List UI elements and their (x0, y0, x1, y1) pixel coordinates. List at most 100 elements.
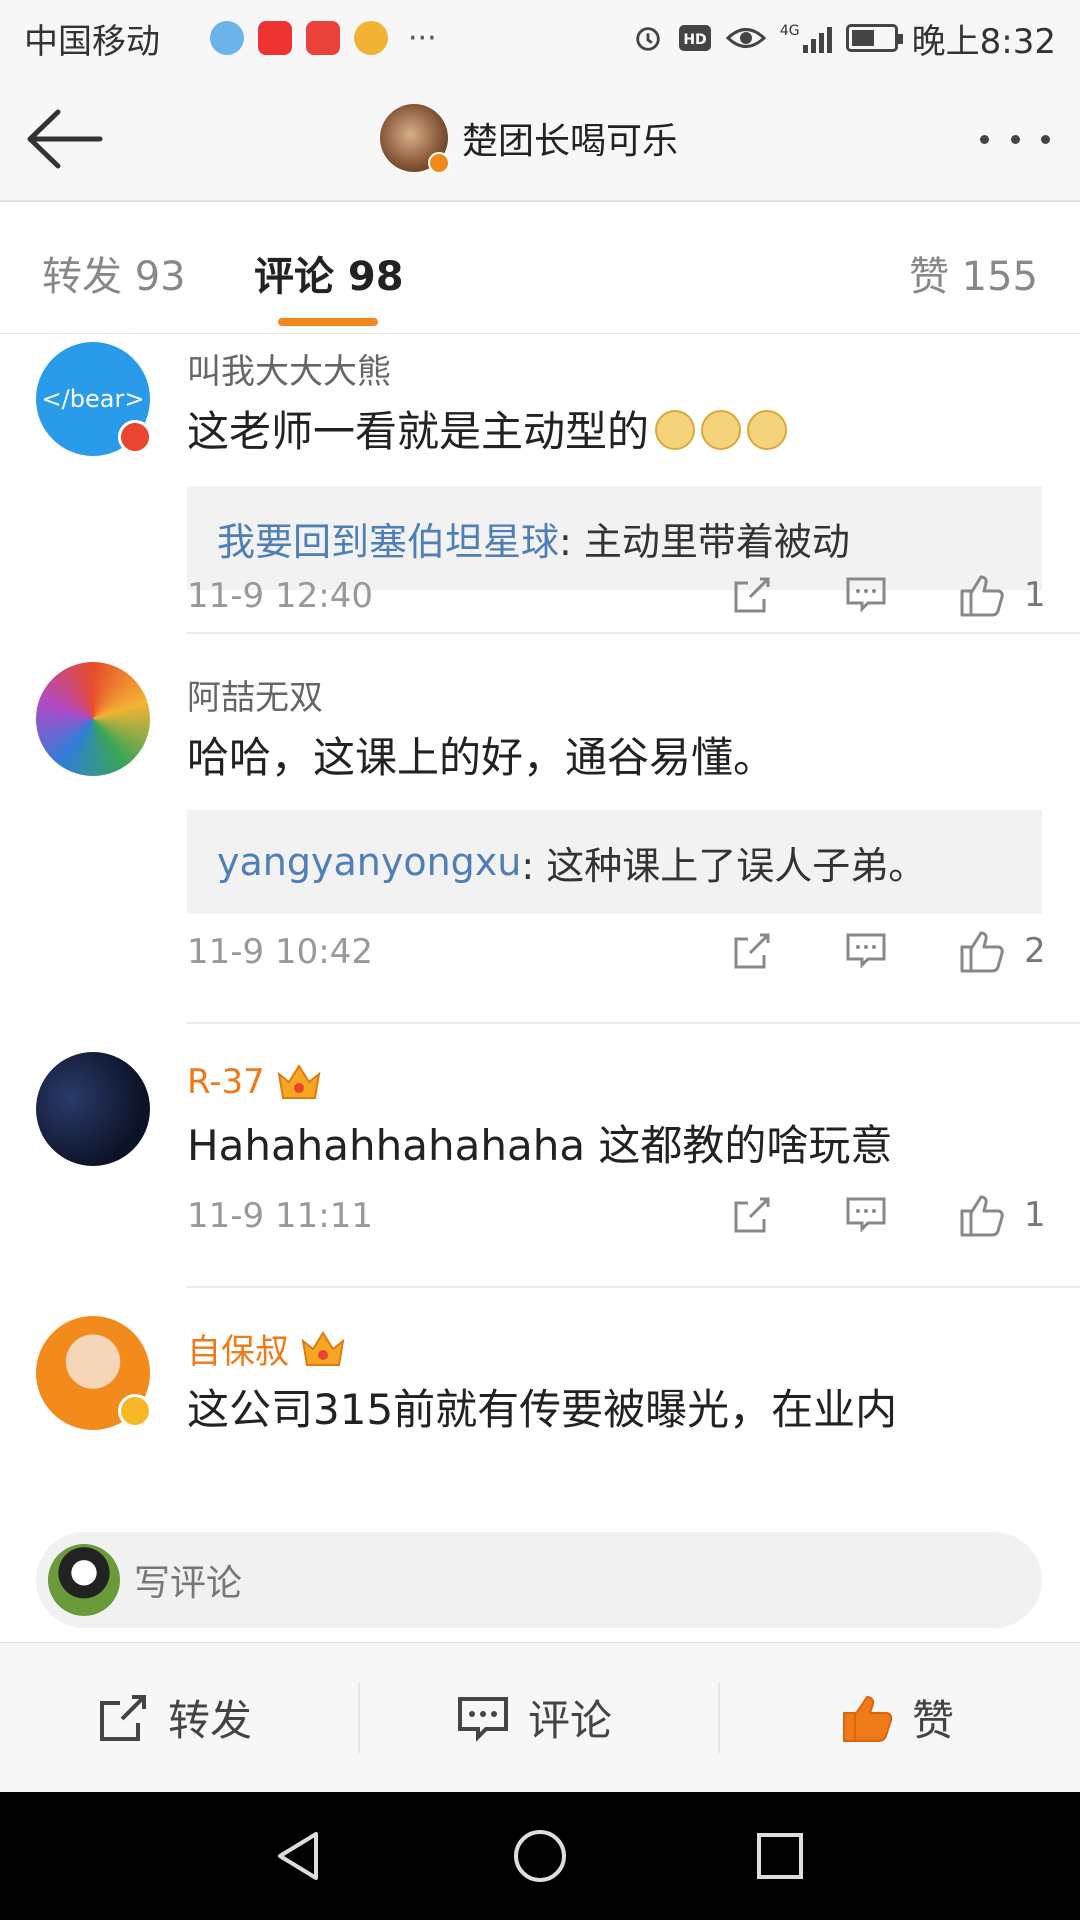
vip-crown-icon (301, 1330, 345, 1366)
securities-icon (306, 21, 340, 55)
comment-label: 评论 (528, 1696, 613, 1745)
like-button[interactable]: 1 (958, 1190, 1046, 1240)
comment-actions: 2 (730, 926, 1050, 976)
reply-text: : 这种课上了误人子弟。 (521, 843, 927, 888)
comment-item: 阿喆无双 哈哈，这课上的好，通谷易懂。 yangyanyongxu: 这种课上了… (0, 634, 1080, 1024)
avatar-image (36, 662, 150, 776)
comment-text-body: 这老师一看就是主动型的 (187, 407, 650, 456)
avatar[interactable]: </bear> (36, 342, 152, 456)
like-label: 赞 (912, 1696, 955, 1745)
doge-emoji-icon (655, 410, 696, 450)
tab-repost[interactable]: 转发 93 (42, 244, 186, 302)
active-tab-indicator (278, 318, 378, 326)
hd-icon: HD (678, 25, 711, 51)
sina-icon (258, 21, 292, 55)
vip-crown-icon (277, 1064, 321, 1099)
carrier-label: 中国移动 (24, 21, 160, 62)
comment-time: 11-9 10:42 (187, 932, 373, 972)
comment-text: 哈哈，这课上的好，通谷易懂。 (187, 733, 776, 782)
comment-time: 11-9 11:11 (187, 1196, 373, 1236)
bottom-action-bar: 转发 评论 赞 (0, 1642, 1080, 1792)
divider (718, 1683, 720, 1753)
comment-username[interactable]: 自保叔 (187, 1324, 347, 1373)
back-triangle-icon[interactable] (270, 1826, 330, 1886)
like-button[interactable]: 2 (958, 926, 1046, 976)
write-comment-input[interactable]: 写评论 (36, 1532, 1042, 1628)
username-label: 自保叔 (187, 1332, 289, 1372)
comment-item: </bear> 叫我大大大熊 这老师一看就是主动型的 我要回到塞伯坦星球: 主动… (0, 334, 1080, 634)
alarm-icon (636, 27, 660, 51)
thumbs-up-icon (960, 575, 1004, 617)
more-notifications-icon: ··· (408, 20, 437, 56)
like-count: 2 (1024, 931, 1046, 971)
home-circle-icon[interactable] (510, 1826, 570, 1886)
top-nav: 楚团长喝可乐 (0, 76, 1080, 202)
comment-list[interactable]: </bear> 叫我大大大熊 这老师一看就是主动型的 我要回到塞伯坦星球: 主动… (0, 334, 1080, 1524)
comment-actions: 1 (730, 1190, 1050, 1240)
forward-icon[interactable] (730, 1190, 774, 1240)
battery-icon (845, 24, 903, 52)
like-count: 1 (1024, 1195, 1046, 1235)
comment-text: 这公司315前就有传要被曝光，在业内 (187, 1385, 898, 1434)
avatar[interactable] (36, 1052, 150, 1166)
comment-icon[interactable] (844, 570, 888, 620)
repost-button[interactable]: 转发 (96, 1687, 252, 1748)
my-avatar (48, 1544, 120, 1616)
forward-icon[interactable] (730, 570, 774, 620)
doge-emoji-icon (701, 410, 742, 450)
signal-icon: 4G (780, 23, 832, 53)
network-type-label: 4G (779, 23, 800, 39)
doge-emoji-icon (747, 410, 788, 450)
username-label: R-37 (187, 1062, 265, 1102)
like-button[interactable]: 赞 (840, 1687, 954, 1748)
qq-browser-icon (210, 21, 244, 55)
like-button[interactable]: 1 (958, 570, 1046, 620)
reply-text: : 主动里带着被动 (559, 519, 850, 564)
repost-icon (100, 1694, 146, 1741)
weibo-icon (354, 21, 388, 55)
write-comment-area: 写评论 (0, 1524, 1080, 1642)
forward-icon[interactable] (730, 926, 774, 976)
reply-username[interactable]: yangyanyongxu (217, 840, 521, 884)
page-title: 楚团长喝可乐 (462, 121, 679, 162)
verified-badge-icon (428, 152, 450, 174)
comment-item: R-37 Hahahahhahahaha 这都教的啥玩意 11-9 11:11 … (0, 1024, 1080, 1288)
avatar-image (36, 1052, 150, 1166)
member-badge-icon (118, 420, 152, 454)
author-avatar[interactable] (380, 104, 450, 174)
comment-actions: 1 (730, 570, 1050, 620)
like-count: 1 (1024, 575, 1046, 615)
comment-item: 自保叔 这公司315前就有传要被曝光，在业内 (0, 1288, 1080, 1524)
reply-preview[interactable]: yangyanyongxu: 这种课上了误人子弟。 (187, 810, 1042, 914)
tab-bar: 转发 93 评论 98 赞 155 (0, 202, 1080, 334)
comment-username[interactable]: 阿喆无双 (187, 670, 323, 719)
avatar[interactable] (36, 662, 150, 776)
reply-username[interactable]: 我要回到塞伯坦星球 (217, 511, 559, 566)
comment-icon (458, 1696, 508, 1742)
thumbs-up-icon (960, 1195, 1004, 1237)
back-arrow-icon[interactable] (24, 104, 104, 174)
status-bar: 中国移动 ··· HD 4G 晚上8:32 (0, 0, 1080, 76)
repost-label: 转发 (168, 1696, 253, 1745)
comment-time: 11-9 12:40 (187, 576, 373, 616)
verified-badge-icon (118, 1394, 152, 1428)
tab-like[interactable]: 赞 155 (909, 244, 1038, 302)
comment-text: 这老师一看就是主动型的 (187, 398, 788, 459)
more-options-icon[interactable] (980, 124, 1050, 154)
divider (358, 1683, 360, 1753)
eye-icon (725, 28, 766, 48)
author-header[interactable]: 楚团长喝可乐 (380, 104, 679, 174)
comment-button[interactable]: 评论 (456, 1687, 612, 1748)
comment-icon[interactable] (844, 1190, 888, 1240)
comment-icon[interactable] (844, 926, 888, 976)
comment-username[interactable]: 叫我大大大熊 (187, 344, 391, 393)
recents-square-icon[interactable] (750, 1826, 810, 1886)
clock-label: 晚上8:32 (911, 21, 1056, 62)
write-comment-placeholder: 写评论 (134, 1563, 243, 1604)
avatar[interactable] (36, 1316, 152, 1430)
comment-text: Hahahahhahahaha 这都教的啥玩意 (187, 1121, 893, 1170)
thumbs-up-icon (843, 1695, 893, 1742)
comment-username[interactable]: R-37 (187, 1060, 323, 1104)
system-nav-bar (0, 1792, 1080, 1920)
thumbs-up-icon (960, 931, 1004, 973)
